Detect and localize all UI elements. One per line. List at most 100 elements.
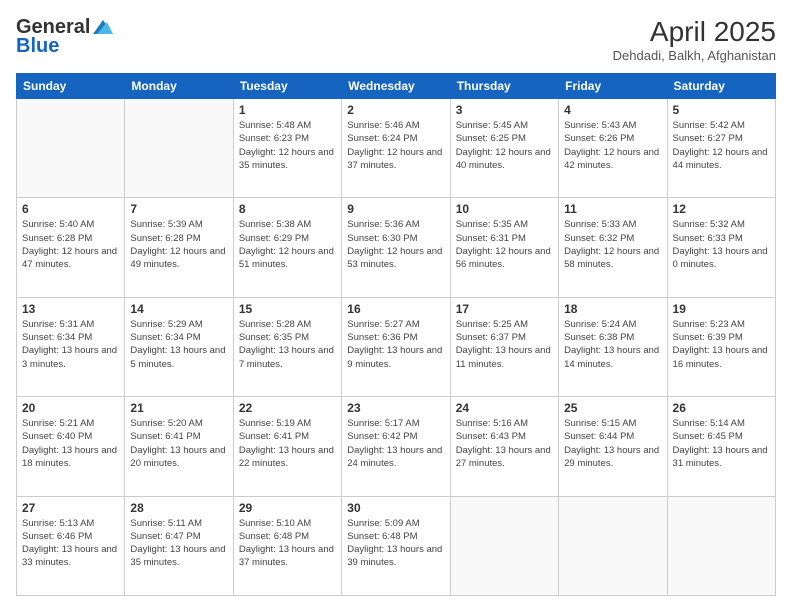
calendar-week-row: 6 Sunrise: 5:40 AM Sunset: 6:28 PM Daylig… xyxy=(17,198,776,297)
table-row: 17Sunrise: 5:25 AM Sunset: 6:37 PM Dayli… xyxy=(450,297,558,396)
col-friday: Friday xyxy=(559,74,667,99)
day-info: Sunrise: 5:09 AM Sunset: 6:48 PM Dayligh… xyxy=(347,517,444,570)
day-number: 16 xyxy=(347,302,444,316)
day-number: 12 xyxy=(673,202,770,216)
day-info: Sunrise: 5:36 AM Sunset: 6:30 PM Dayligh… xyxy=(347,218,444,271)
logo: General Blue xyxy=(16,16,113,58)
day-number: 7 xyxy=(130,202,227,216)
col-tuesday: Tuesday xyxy=(233,74,341,99)
day-number: 1 xyxy=(239,103,336,117)
month-title: April 2025 xyxy=(613,16,776,48)
day-info: Sunrise: 5:23 AM Sunset: 6:39 PM Dayligh… xyxy=(673,318,770,371)
day-info: Sunrise: 5:33 AM Sunset: 6:32 PM Dayligh… xyxy=(564,218,661,271)
day-number: 30 xyxy=(347,501,444,515)
table-row: 20 Sunrise: 5:21 AM Sunset: 6:40 PM Dayli… xyxy=(17,397,125,496)
table-row: 12 Sunrise: 5:32 AM Sunset: 6:33 PM Dayli… xyxy=(667,198,775,297)
calendar-week-row: 20 Sunrise: 5:21 AM Sunset: 6:40 PM Dayli… xyxy=(17,397,776,496)
table-row: 4 Sunrise: 5:43 AM Sunset: 6:26 PM Daylig… xyxy=(559,99,667,198)
table-row: 16 Sunrise: 5:27 AM Sunset: 6:36 PM Dayli… xyxy=(342,297,450,396)
day-number: 11 xyxy=(564,202,661,216)
day-number: 13 xyxy=(22,302,119,316)
day-number: 24 xyxy=(456,401,553,415)
table-row: 25 Sunrise: 5:15 AM Sunset: 6:44 PM Dayli… xyxy=(559,397,667,496)
day-info: Sunrise: 5:31 AM Sunset: 6:34 PM Dayligh… xyxy=(22,318,119,371)
table-row: 13 Sunrise: 5:31 AM Sunset: 6:34 PM Dayli… xyxy=(17,297,125,396)
day-number: 8 xyxy=(239,202,336,216)
table-row: 19 Sunrise: 5:23 AM Sunset: 6:39 PM Dayli… xyxy=(667,297,775,396)
day-number: 25 xyxy=(564,401,661,415)
table-row: 14 Sunrise: 5:29 AM Sunset: 6:34 PM Dayli… xyxy=(125,297,233,396)
day-info: Sunrise: 5:39 AM Sunset: 6:28 PM Dayligh… xyxy=(130,218,227,271)
day-info: Sunrise: 5:40 AM Sunset: 6:28 PM Dayligh… xyxy=(22,218,119,271)
day-info: Sunrise: 5:21 AM Sunset: 6:40 PM Dayligh… xyxy=(22,417,119,470)
day-number: 26 xyxy=(673,401,770,415)
location: Dehdadi, Balkh, Afghanistan xyxy=(613,48,776,63)
table-row: 23Sunrise: 5:17 AM Sunset: 6:42 PM Dayli… xyxy=(342,397,450,496)
col-sunday: Sunday xyxy=(17,74,125,99)
table-row: 28 Sunrise: 5:11 AM Sunset: 6:47 PM Dayli… xyxy=(125,496,233,595)
table-row: 22 Sunrise: 5:19 AM Sunset: 6:41 PM Dayli… xyxy=(233,397,341,496)
day-number: 22 xyxy=(239,401,336,415)
table-row xyxy=(17,99,125,198)
day-number: 6 xyxy=(22,202,119,216)
calendar-week-row: 27Sunrise: 5:13 AM Sunset: 6:46 PM Dayli… xyxy=(17,496,776,595)
title-block: April 2025 Dehdadi, Balkh, Afghanistan xyxy=(613,16,776,63)
logo-icon xyxy=(93,20,113,36)
day-info: Sunrise: 5:48 AM Sunset: 6:23 PM Dayligh… xyxy=(239,119,336,172)
day-info: Sunrise: 5:27 AM Sunset: 6:36 PM Dayligh… xyxy=(347,318,444,371)
day-info: Sunrise: 5:35 AM Sunset: 6:31 PM Dayligh… xyxy=(456,218,553,271)
table-row xyxy=(667,496,775,595)
table-row xyxy=(450,496,558,595)
day-info: Sunrise: 5:25 AM Sunset: 6:37 PM Dayligh… xyxy=(456,318,553,371)
day-info: Sunrise: 5:43 AM Sunset: 6:26 PM Dayligh… xyxy=(564,119,661,172)
day-info: Sunrise: 5:14 AM Sunset: 6:45 PM Dayligh… xyxy=(673,417,770,470)
table-row: 24 Sunrise: 5:16 AM Sunset: 6:43 PM Dayli… xyxy=(450,397,558,496)
calendar: Sunday Monday Tuesday Wednesday Thursday… xyxy=(16,73,776,596)
day-info: Sunrise: 5:42 AM Sunset: 6:27 PM Dayligh… xyxy=(673,119,770,172)
calendar-header-row: Sunday Monday Tuesday Wednesday Thursday… xyxy=(17,74,776,99)
day-number: 10 xyxy=(456,202,553,216)
day-info: Sunrise: 5:11 AM Sunset: 6:47 PM Dayligh… xyxy=(130,517,227,570)
table-row xyxy=(125,99,233,198)
calendar-week-row: 13 Sunrise: 5:31 AM Sunset: 6:34 PM Dayli… xyxy=(17,297,776,396)
col-thursday: Thursday xyxy=(450,74,558,99)
col-monday: Monday xyxy=(125,74,233,99)
day-number: 4 xyxy=(564,103,661,117)
day-number: 9 xyxy=(347,202,444,216)
table-row: 7 Sunrise: 5:39 AM Sunset: 6:28 PM Daylig… xyxy=(125,198,233,297)
table-row: 18Sunrise: 5:24 AM Sunset: 6:38 PM Dayli… xyxy=(559,297,667,396)
day-number: 21 xyxy=(130,401,227,415)
col-saturday: Saturday xyxy=(667,74,775,99)
calendar-week-row: 1 Sunrise: 5:48 AM Sunset: 6:23 PM Daylig… xyxy=(17,99,776,198)
day-info: Sunrise: 5:46 AM Sunset: 6:24 PM Dayligh… xyxy=(347,119,444,172)
day-number: 5 xyxy=(673,103,770,117)
day-info: Sunrise: 5:24 AM Sunset: 6:38 PM Dayligh… xyxy=(564,318,661,371)
day-info: Sunrise: 5:10 AM Sunset: 6:48 PM Dayligh… xyxy=(239,517,336,570)
day-number: 28 xyxy=(130,501,227,515)
day-info: Sunrise: 5:15 AM Sunset: 6:44 PM Dayligh… xyxy=(564,417,661,470)
table-row: 9 Sunrise: 5:36 AM Sunset: 6:30 PM Daylig… xyxy=(342,198,450,297)
day-info: Sunrise: 5:38 AM Sunset: 6:29 PM Dayligh… xyxy=(239,218,336,271)
table-row: 10 Sunrise: 5:35 AM Sunset: 6:31 PM Dayli… xyxy=(450,198,558,297)
day-number: 3 xyxy=(456,103,553,117)
day-info: Sunrise: 5:45 AM Sunset: 6:25 PM Dayligh… xyxy=(456,119,553,172)
page: General Blue April 2025 Dehdadi, Balkh, … xyxy=(0,0,792,612)
table-row: 6 Sunrise: 5:40 AM Sunset: 6:28 PM Daylig… xyxy=(17,198,125,297)
day-number: 20 xyxy=(22,401,119,415)
col-wednesday: Wednesday xyxy=(342,74,450,99)
table-row: 1 Sunrise: 5:48 AM Sunset: 6:23 PM Daylig… xyxy=(233,99,341,198)
table-row: 3 Sunrise: 5:45 AM Sunset: 6:25 PM Daylig… xyxy=(450,99,558,198)
day-info: Sunrise: 5:28 AM Sunset: 6:35 PM Dayligh… xyxy=(239,318,336,371)
day-info: Sunrise: 5:20 AM Sunset: 6:41 PM Dayligh… xyxy=(130,417,227,470)
table-row xyxy=(559,496,667,595)
table-row: 8 Sunrise: 5:38 AM Sunset: 6:29 PM Daylig… xyxy=(233,198,341,297)
table-row: 11 Sunrise: 5:33 AM Sunset: 6:32 PM Dayli… xyxy=(559,198,667,297)
table-row: 27Sunrise: 5:13 AM Sunset: 6:46 PM Dayli… xyxy=(17,496,125,595)
day-info: Sunrise: 5:29 AM Sunset: 6:34 PM Dayligh… xyxy=(130,318,227,371)
table-row: 15Sunrise: 5:28 AM Sunset: 6:35 PM Dayli… xyxy=(233,297,341,396)
day-info: Sunrise: 5:19 AM Sunset: 6:41 PM Dayligh… xyxy=(239,417,336,470)
day-info: Sunrise: 5:32 AM Sunset: 6:33 PM Dayligh… xyxy=(673,218,770,271)
day-info: Sunrise: 5:16 AM Sunset: 6:43 PM Dayligh… xyxy=(456,417,553,470)
day-number: 14 xyxy=(130,302,227,316)
day-number: 19 xyxy=(673,302,770,316)
